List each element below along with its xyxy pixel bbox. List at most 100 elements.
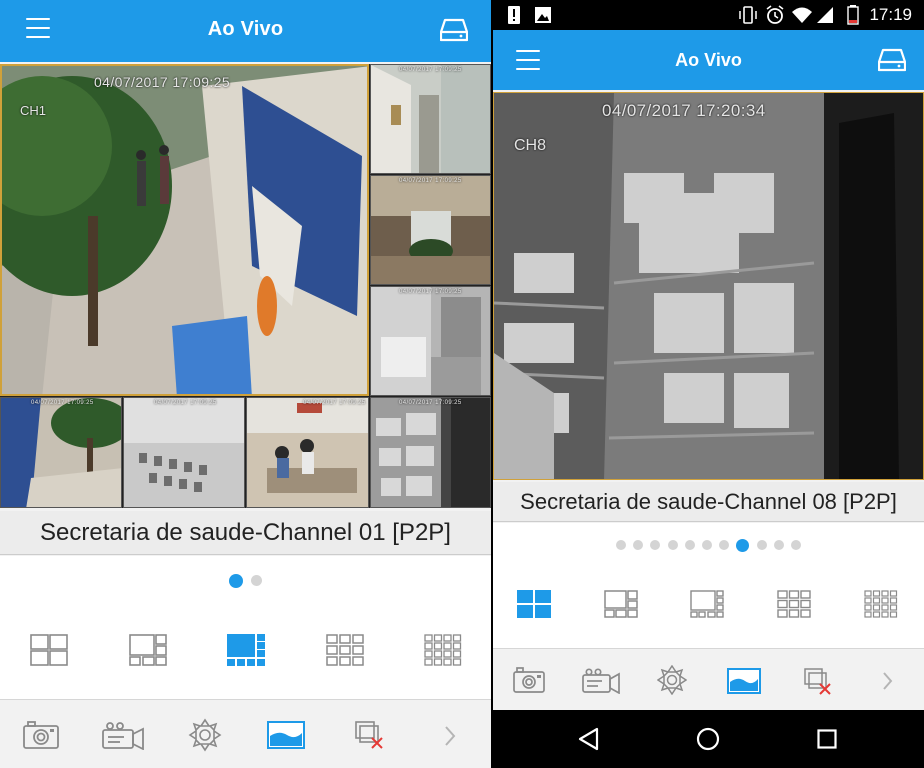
ptz-button[interactable]: [657, 665, 687, 695]
page-indicator: [0, 573, 491, 591]
page-dot[interactable]: [633, 540, 644, 550]
layout-9-icon: [326, 634, 364, 666]
video-tile-ch7[interactable]: 04/07/2017 17:09:25: [246, 397, 369, 508]
layout-4-button[interactable]: [30, 634, 68, 666]
page-dot[interactable]: [684, 540, 695, 550]
video-tile-ch8[interactable]: 04/07/2017 17:09:25: [370, 397, 491, 508]
camera-icon: [513, 667, 545, 693]
ch8-storage-night-scene: [494, 93, 923, 479]
home-circle-icon: [696, 727, 720, 751]
page-dot[interactable]: [790, 540, 801, 550]
video-timestamp: 04/07/2017 17:09:25: [94, 74, 231, 90]
recents-nav-button[interactable]: [817, 729, 837, 754]
video-tile-ch5[interactable]: 04/07/2017 17:09:25: [0, 397, 122, 508]
ch6-waiting-room-scene: [124, 398, 244, 507]
video-tile-ch4[interactable]: 04/07/2017 17:09:25: [370, 286, 491, 396]
layout-6-button[interactable]: [129, 634, 167, 666]
record-button[interactable]: [582, 668, 620, 694]
page-dot[interactable]: [616, 540, 627, 550]
page-dot[interactable]: [736, 538, 750, 552]
page-dot[interactable]: [251, 575, 262, 586]
video-timestamp: 04/07/2017 17:09:25: [399, 289, 462, 295]
video-tile-ch2[interactable]: 04/07/2017 17:09:25: [370, 64, 491, 174]
cell-signal-icon: [817, 7, 833, 23]
layout-8-button[interactable]: [690, 590, 724, 618]
page-dot[interactable]: [702, 540, 712, 550]
right-phone-screen: 17:19 Ao Vivo 04/07/2017 17:20:34 CH8 Se…: [493, 0, 924, 768]
video-tile-ch3[interactable]: 04/07/2017 17:09:25: [370, 175, 491, 285]
back-nav-button[interactable]: [577, 727, 599, 756]
video-tile-ch1[interactable]: 04/07/2017 17:09:25 CH1: [0, 64, 369, 396]
video-timestamp: 04/07/2017 17:09:25: [31, 400, 94, 406]
page-dot[interactable]: [667, 540, 678, 550]
video-tile-ch6[interactable]: 04/07/2017 17:09:25: [123, 397, 245, 508]
layout-8-icon: [690, 590, 724, 618]
android-nav-bar: [493, 710, 924, 768]
video-timestamp: 04/07/2017 17:09:25: [154, 400, 217, 406]
layout-4-button[interactable]: [517, 590, 551, 618]
alert-notification-icon: [508, 6, 520, 24]
layout-6-button[interactable]: [604, 590, 638, 618]
page-dot[interactable]: [229, 574, 243, 588]
alarm-icon: [766, 5, 784, 24]
layout-16-button[interactable]: [864, 590, 898, 618]
page-dot[interactable]: [650, 540, 661, 550]
video-camera-icon: [102, 722, 144, 750]
layout-16-button[interactable]: [424, 634, 462, 666]
page-title: Ao Vivo: [675, 50, 742, 70]
ch5-sidewalk-scene: [1, 398, 121, 507]
toolbar: [493, 648, 924, 710]
layout-9-button[interactable]: [777, 590, 811, 618]
channel-caption: Secretaria de saude-Channel 08 [P2P]: [493, 482, 924, 522]
video-timestamp: 04/07/2017 17:09:25: [399, 178, 462, 184]
video-timestamp: 04/07/2017 17:09:25: [303, 400, 366, 406]
camera-icon: [23, 721, 59, 749]
ptz-control-icon: [657, 665, 687, 695]
page-title: Ao Vivo: [207, 18, 284, 40]
close-all-button[interactable]: [355, 721, 385, 751]
image-quality-icon: [727, 668, 761, 694]
snapshot-button[interactable]: [513, 667, 545, 694]
close-all-windows-icon: [355, 721, 383, 749]
home-nav-button[interactable]: [696, 727, 720, 756]
ptz-button[interactable]: [188, 718, 222, 752]
video-timestamp: 04/07/2017 17:20:34: [602, 101, 766, 120]
back-triangle-icon: [578, 727, 599, 751]
snapshot-button[interactable]: [23, 720, 59, 750]
ch3-lobby-scene: [371, 176, 490, 284]
ch7-reception-scene: [247, 398, 368, 507]
page-dot[interactable]: [773, 540, 784, 550]
hard-drive-icon[interactable]: [877, 47, 907, 72]
app-header: Ao Vivo: [0, 0, 491, 62]
video-camera-icon: [582, 668, 620, 694]
image-quality-button[interactable]: [727, 668, 761, 694]
layout-8-button[interactable]: [227, 634, 265, 666]
channel-label: CH1: [20, 103, 47, 118]
close-all-button[interactable]: [804, 668, 832, 696]
video-timestamp: 04/07/2017 17:09:25: [399, 67, 462, 73]
chevron-right-icon: [883, 672, 893, 690]
wifi-icon: [792, 7, 812, 23]
video-tile-ch8-fullscreen[interactable]: 04/07/2017 17:20:34 CH8: [493, 92, 924, 480]
page-dot[interactable]: [756, 540, 767, 550]
page-dot[interactable]: [719, 540, 730, 550]
channel-label: CH8: [514, 137, 547, 154]
next-tools-button[interactable]: [444, 725, 456, 747]
video-timestamp: 04/07/2017 17:09:25: [399, 400, 462, 406]
video-grid: 04/07/2017 17:09:25 CH1 04/07/2017 17:09…: [0, 64, 491, 508]
left-phone-screen: Ao Vivo 04/07/2017 17:09:25 CH1 04/07/20…: [0, 0, 491, 768]
image-quality-button[interactable]: [267, 721, 305, 749]
hard-drive-icon[interactable]: [439, 17, 469, 43]
android-status-bar: 17:19: [493, 0, 924, 30]
next-tools-button[interactable]: [882, 671, 893, 691]
layout-9-icon: [777, 590, 811, 618]
ch1-street-scene: [2, 66, 367, 394]
battery-icon: [847, 5, 859, 25]
app-header: Ao Vivo: [493, 30, 924, 90]
controls-panel: [493, 523, 924, 648]
layout-4-icon: [517, 590, 551, 618]
image-quality-icon: [267, 721, 305, 749]
layout-9-button[interactable]: [326, 634, 364, 666]
ch2-corridor-scene: [371, 65, 490, 173]
record-button[interactable]: [102, 722, 144, 750]
